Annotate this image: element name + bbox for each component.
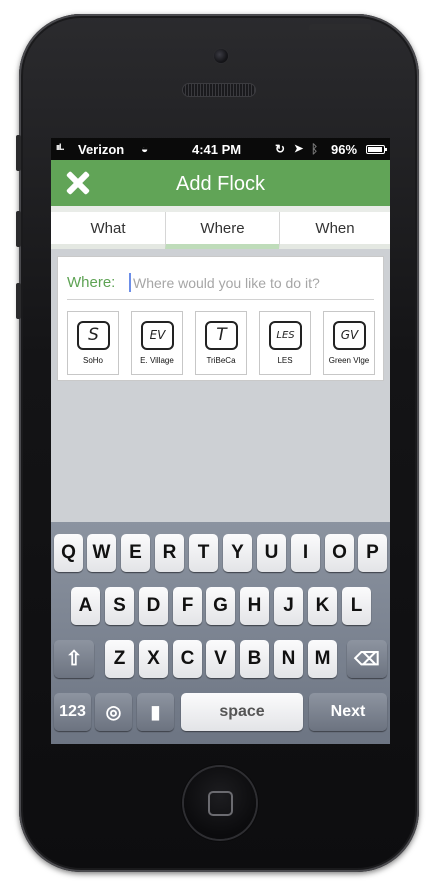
- key-j[interactable]: J: [274, 587, 303, 625]
- key-i[interactable]: I: [291, 534, 320, 572]
- key-h[interactable]: H: [240, 587, 269, 625]
- neighborhood-label: Green Vlge: [328, 356, 370, 365]
- tribeca-badge-icon: T: [205, 321, 238, 350]
- neighborhood-soho-button[interactable]: S SoHo: [67, 311, 119, 375]
- divider: [67, 299, 374, 300]
- location-arrow-icon: ➤: [294, 143, 304, 155]
- earpiece-speaker: [183, 84, 255, 96]
- key-c[interactable]: C: [173, 640, 202, 678]
- page-title: Add Flock: [176, 173, 265, 195]
- neighborhood-label: SoHo: [82, 356, 103, 365]
- sleep-button: [309, 24, 371, 30]
- key-r[interactable]: R: [155, 534, 184, 572]
- signal-strength-icon: ııl..: [56, 142, 64, 152]
- where-card: Where: S SoHo EV E. Village T TriBeCa LE…: [57, 256, 384, 381]
- volume-up-button: [16, 211, 21, 247]
- home-square-icon: [208, 791, 233, 816]
- mute-switch: [16, 135, 21, 171]
- tab-where[interactable]: Where: [165, 212, 279, 249]
- bluetooth-icon: ᛒ: [311, 142, 319, 156]
- key-e[interactable]: E: [121, 534, 150, 572]
- rotation-lock-icon: ↻: [275, 142, 286, 156]
- wifi-icon: ◒: [141, 142, 149, 156]
- where-label: Where:: [67, 274, 116, 291]
- key-y[interactable]: Y: [223, 534, 252, 572]
- key-n[interactable]: N: [274, 640, 303, 678]
- key-b[interactable]: B: [240, 640, 269, 678]
- text-cursor: [129, 273, 131, 292]
- microphone-icon[interactable]: ▮: [137, 693, 174, 731]
- status-bar: ııl.. Verizon ◒ 4:41 PM ↻ ➤ ᛒ 96%: [51, 138, 390, 160]
- globe-icon[interactable]: ◎: [95, 693, 132, 731]
- neighborhood-green-vlge-button[interactable]: GV Green Vlge: [323, 311, 375, 375]
- front-camera: [214, 49, 228, 63]
- key-m[interactable]: M: [308, 640, 337, 678]
- neighborhood-les-button[interactable]: LES LES: [259, 311, 311, 375]
- tab-when[interactable]: When: [279, 212, 390, 249]
- key-q[interactable]: Q: [54, 534, 83, 572]
- key-f[interactable]: F: [173, 587, 202, 625]
- neighborhood-label: E. Village: [140, 356, 174, 365]
- neighborhood-e-village-button[interactable]: EV E. Village: [131, 311, 183, 375]
- battery-percent: 96%: [331, 142, 358, 157]
- numbers-key[interactable]: 123: [54, 693, 91, 731]
- key-l[interactable]: L: [342, 587, 371, 625]
- next-key[interactable]: Next: [309, 693, 387, 731]
- les-badge-icon: LES: [269, 321, 302, 350]
- volume-down-button: [16, 283, 21, 319]
- neighborhood-label: LES: [277, 356, 293, 365]
- shift-icon[interactable]: ⇧: [54, 640, 94, 678]
- key-x[interactable]: X: [139, 640, 168, 678]
- key-g[interactable]: G: [206, 587, 235, 625]
- battery-icon: [366, 145, 387, 154]
- neighborhood-tribeca-button[interactable]: T TriBeCa: [195, 311, 247, 375]
- key-u[interactable]: U: [257, 534, 286, 572]
- carrier-name: Verizon: [78, 142, 125, 157]
- key-w[interactable]: W: [87, 534, 116, 572]
- key-s[interactable]: S: [105, 587, 134, 625]
- key-a[interactable]: A: [71, 587, 100, 625]
- e-village-badge-icon: EV: [141, 321, 174, 350]
- nav-bar: Add Flock: [51, 160, 390, 206]
- key-k[interactable]: K: [308, 587, 337, 625]
- key-z[interactable]: Z: [105, 640, 134, 678]
- neighborhood-label: TriBeCa: [206, 356, 236, 365]
- segment-tabs: What Where When: [51, 206, 390, 249]
- soho-badge-icon: S: [77, 321, 110, 350]
- status-time: 4:41 PM: [192, 142, 242, 157]
- key-t[interactable]: T: [189, 534, 218, 572]
- where-input[interactable]: [133, 271, 373, 295]
- key-o[interactable]: O: [325, 534, 354, 572]
- key-v[interactable]: V: [206, 640, 235, 678]
- tab-what[interactable]: What: [51, 212, 165, 249]
- delete-icon[interactable]: ⌫: [347, 640, 387, 678]
- keyboard: Q W E R T Y U I O P A S D F G H J K L ⇧ …: [51, 522, 390, 744]
- screen: ııl.. Verizon ◒ 4:41 PM ↻ ➤ ᛒ 96% Add Fl…: [51, 138, 390, 744]
- key-d[interactable]: D: [139, 587, 168, 625]
- green-vlge-badge-icon: GV: [333, 321, 366, 350]
- space-key[interactable]: space: [181, 693, 303, 731]
- key-p[interactable]: P: [358, 534, 387, 572]
